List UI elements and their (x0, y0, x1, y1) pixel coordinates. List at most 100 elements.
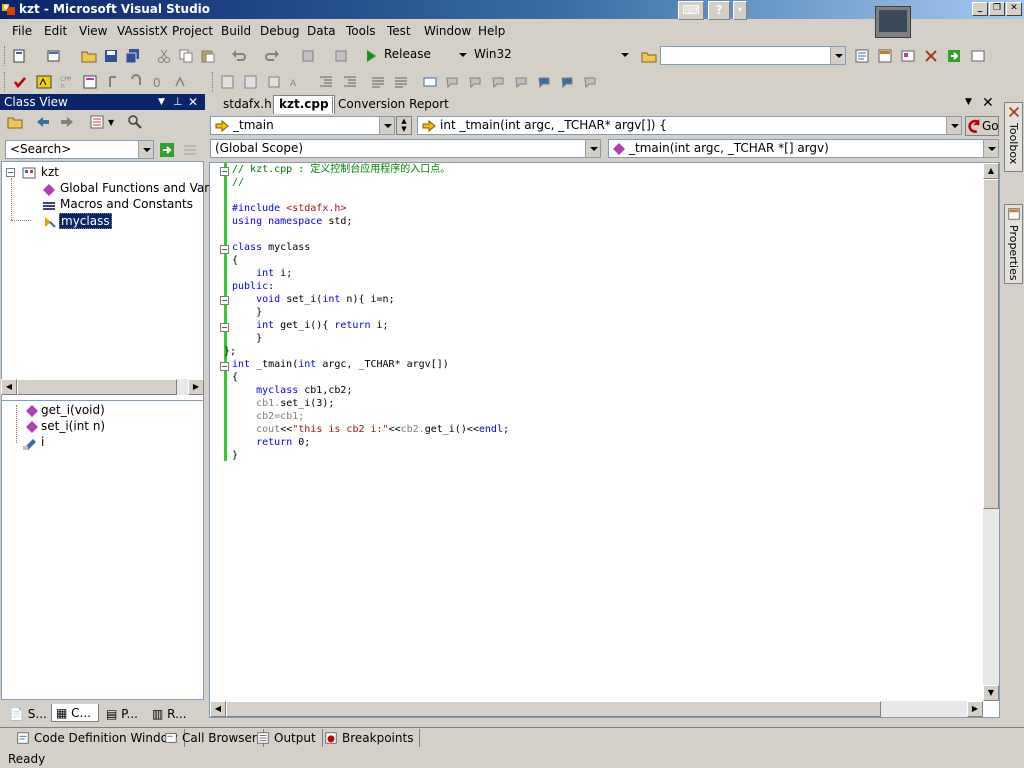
toolbar-options-icon[interactable] (970, 48, 986, 64)
menu-window[interactable]: Window (424, 24, 471, 38)
vassistx-spell-icon[interactable] (174, 74, 190, 90)
close-button[interactable]: ✕ (1006, 2, 1022, 16)
keyboard-icon[interactable]: ⌨ (678, 1, 704, 20)
menu-build[interactable]: Build (221, 24, 251, 38)
tab-code-definition-window[interactable]: Code Definition Window (12, 729, 185, 747)
increase-indent-icon[interactable] (342, 74, 358, 90)
back-arrow-icon[interactable] (35, 114, 51, 130)
next-bookmark-document-icon[interactable] (560, 74, 576, 90)
tab-breakpoints[interactable]: Breakpoints (320, 729, 421, 747)
next-bookmark-icon[interactable] (468, 74, 484, 90)
start-debugging-icon[interactable] (363, 48, 379, 64)
toggle-bookmark-icon[interactable] (422, 74, 438, 90)
menu-data[interactable]: Data (307, 24, 336, 38)
menu-project[interactable]: Project (172, 24, 213, 38)
class-view-settings-icon[interactable] (89, 114, 105, 130)
tab-property-manager[interactable]: ▤ P... (102, 705, 146, 723)
close-document-icon[interactable]: ✕ (982, 95, 994, 111)
active-files-dropdown-icon[interactable]: ▼ (965, 97, 972, 107)
save-icon[interactable] (103, 48, 119, 64)
menu-view[interactable]: View (79, 24, 107, 38)
redo-icon[interactable] (264, 48, 280, 64)
solution-configuration-select[interactable]: Release (380, 46, 470, 65)
properties-tab[interactable]: Properties (1004, 204, 1023, 284)
add-item-icon[interactable] (46, 48, 62, 64)
paste-icon[interactable] (200, 48, 216, 64)
member-i[interactable]: i (41, 435, 44, 449)
member-get-i[interactable]: get_i(void) (41, 403, 105, 417)
prev-bookmark-document-icon[interactable] (537, 74, 553, 90)
tray-dropdown-icon[interactable]: ▾ (733, 1, 747, 20)
uncomment-selection-icon[interactable] (393, 74, 409, 90)
panel-dropdown-icon[interactable]: ▼ (158, 94, 165, 110)
tree-horizontal-scrollbar[interactable]: ◀ ▶ (1, 379, 204, 395)
comment-out-icon[interactable] (220, 74, 236, 90)
cut-icon[interactable] (156, 48, 172, 64)
editor-vertical-scrollbar[interactable]: ▲ ▼ (983, 163, 999, 701)
tab-class-view[interactable]: ▦ C... (51, 704, 99, 722)
minimize-button[interactable]: _ (972, 2, 988, 16)
menu-help[interactable]: Help (478, 24, 505, 38)
menu-tools[interactable]: Tools (346, 24, 376, 38)
object-browser-icon[interactable] (900, 48, 916, 64)
next-bookmark-folder-icon[interactable] (514, 74, 530, 90)
menu-edit[interactable]: Edit (44, 24, 67, 38)
vassistx-back-icon[interactable] (105, 74, 121, 90)
code-editor[interactable]: − − − − − // kzt.cpp : 定义控制台应用程序的入口点。 //… (209, 162, 1000, 718)
tab-kzt-cpp[interactable]: kzt.cpp (273, 95, 335, 114)
menu-debug[interactable]: Debug (260, 24, 299, 38)
properties-window-icon[interactable] (877, 48, 893, 64)
definition-combo[interactable]: int _tmain(int argc, _TCHAR* argv[]) { (417, 116, 962, 135)
toolbox-icon[interactable] (923, 48, 939, 64)
new-folder-icon[interactable] (7, 114, 23, 130)
uncomment-icon[interactable] (243, 74, 259, 90)
context-combo[interactable]: _tmain (210, 116, 395, 135)
vassistx-forward-icon[interactable] (128, 74, 144, 90)
toolbox-tab[interactable]: Toolbox (1004, 102, 1023, 172)
tab-output[interactable]: Output (252, 729, 323, 747)
class-view-search-input[interactable]: <Search> (5, 140, 154, 159)
panel-close-icon[interactable]: ✕ (188, 94, 198, 110)
clear-search-icon[interactable] (182, 142, 198, 158)
display-quick-info-icon[interactable]: A (289, 74, 305, 90)
start-page-icon[interactable] (946, 48, 962, 64)
settings-dropdown-icon[interactable]: ▼ (108, 118, 114, 127)
search-go-icon[interactable] (159, 142, 175, 158)
new-project-icon[interactable] (12, 48, 28, 64)
tab-resource-view[interactable]: ▥ R... (148, 705, 198, 723)
tab-call-browser[interactable]: Call Browser (160, 729, 264, 747)
decrease-indent-icon[interactable] (318, 74, 334, 90)
display-member-list-icon[interactable] (266, 74, 282, 90)
menu-file[interactable]: File (12, 24, 32, 38)
vassistx-reparse-icon[interactable]: 0 (151, 74, 167, 90)
tree-root-label[interactable]: kzt (41, 165, 59, 179)
tree-collapse-icon[interactable]: − (6, 168, 15, 177)
solution-explorer-icon[interactable] (854, 48, 870, 64)
find-in-files-icon[interactable] (641, 48, 657, 64)
save-all-icon[interactable] (125, 48, 141, 64)
tree-item-myclass[interactable]: myclass (59, 213, 112, 229)
menu-test[interactable]: Test (387, 24, 411, 38)
vassistx-open-file-icon[interactable] (36, 74, 52, 90)
scope-combo[interactable]: (Global Scope) (210, 139, 601, 158)
menu-vassistx[interactable]: VAssistX (117, 24, 168, 38)
vassistx-cpp-icon[interactable]: CPPh (59, 74, 75, 90)
context-spin-button[interactable]: ▲ ▼ (396, 116, 412, 135)
restore-button[interactable]: ❐ (989, 2, 1005, 16)
go-button[interactable]: Go (965, 116, 999, 136)
editor-horizontal-scrollbar[interactable]: ◀ ▶ (210, 701, 983, 717)
clear-bookmarks-icon[interactable] (583, 74, 599, 90)
auto-hide-pin-icon[interactable]: ⊥ (173, 94, 183, 110)
tab-solution-explorer[interactable]: 📄 S... (5, 705, 49, 723)
search-icon[interactable] (127, 114, 143, 130)
navigate-backward-icon[interactable] (300, 48, 316, 64)
tab-conversion-report[interactable]: Conversion Report (332, 97, 449, 113)
find-combo[interactable] (660, 46, 846, 65)
comment-selection-icon[interactable] (370, 74, 386, 90)
previous-bookmark-icon[interactable] (445, 74, 461, 90)
solution-platform-select[interactable]: Win32 (470, 46, 632, 65)
undo-icon[interactable] (231, 48, 247, 64)
navigate-forward-icon[interactable] (333, 48, 349, 64)
vassistx-list-methods-icon[interactable] (82, 74, 98, 90)
open-file-icon[interactable] (81, 48, 97, 64)
